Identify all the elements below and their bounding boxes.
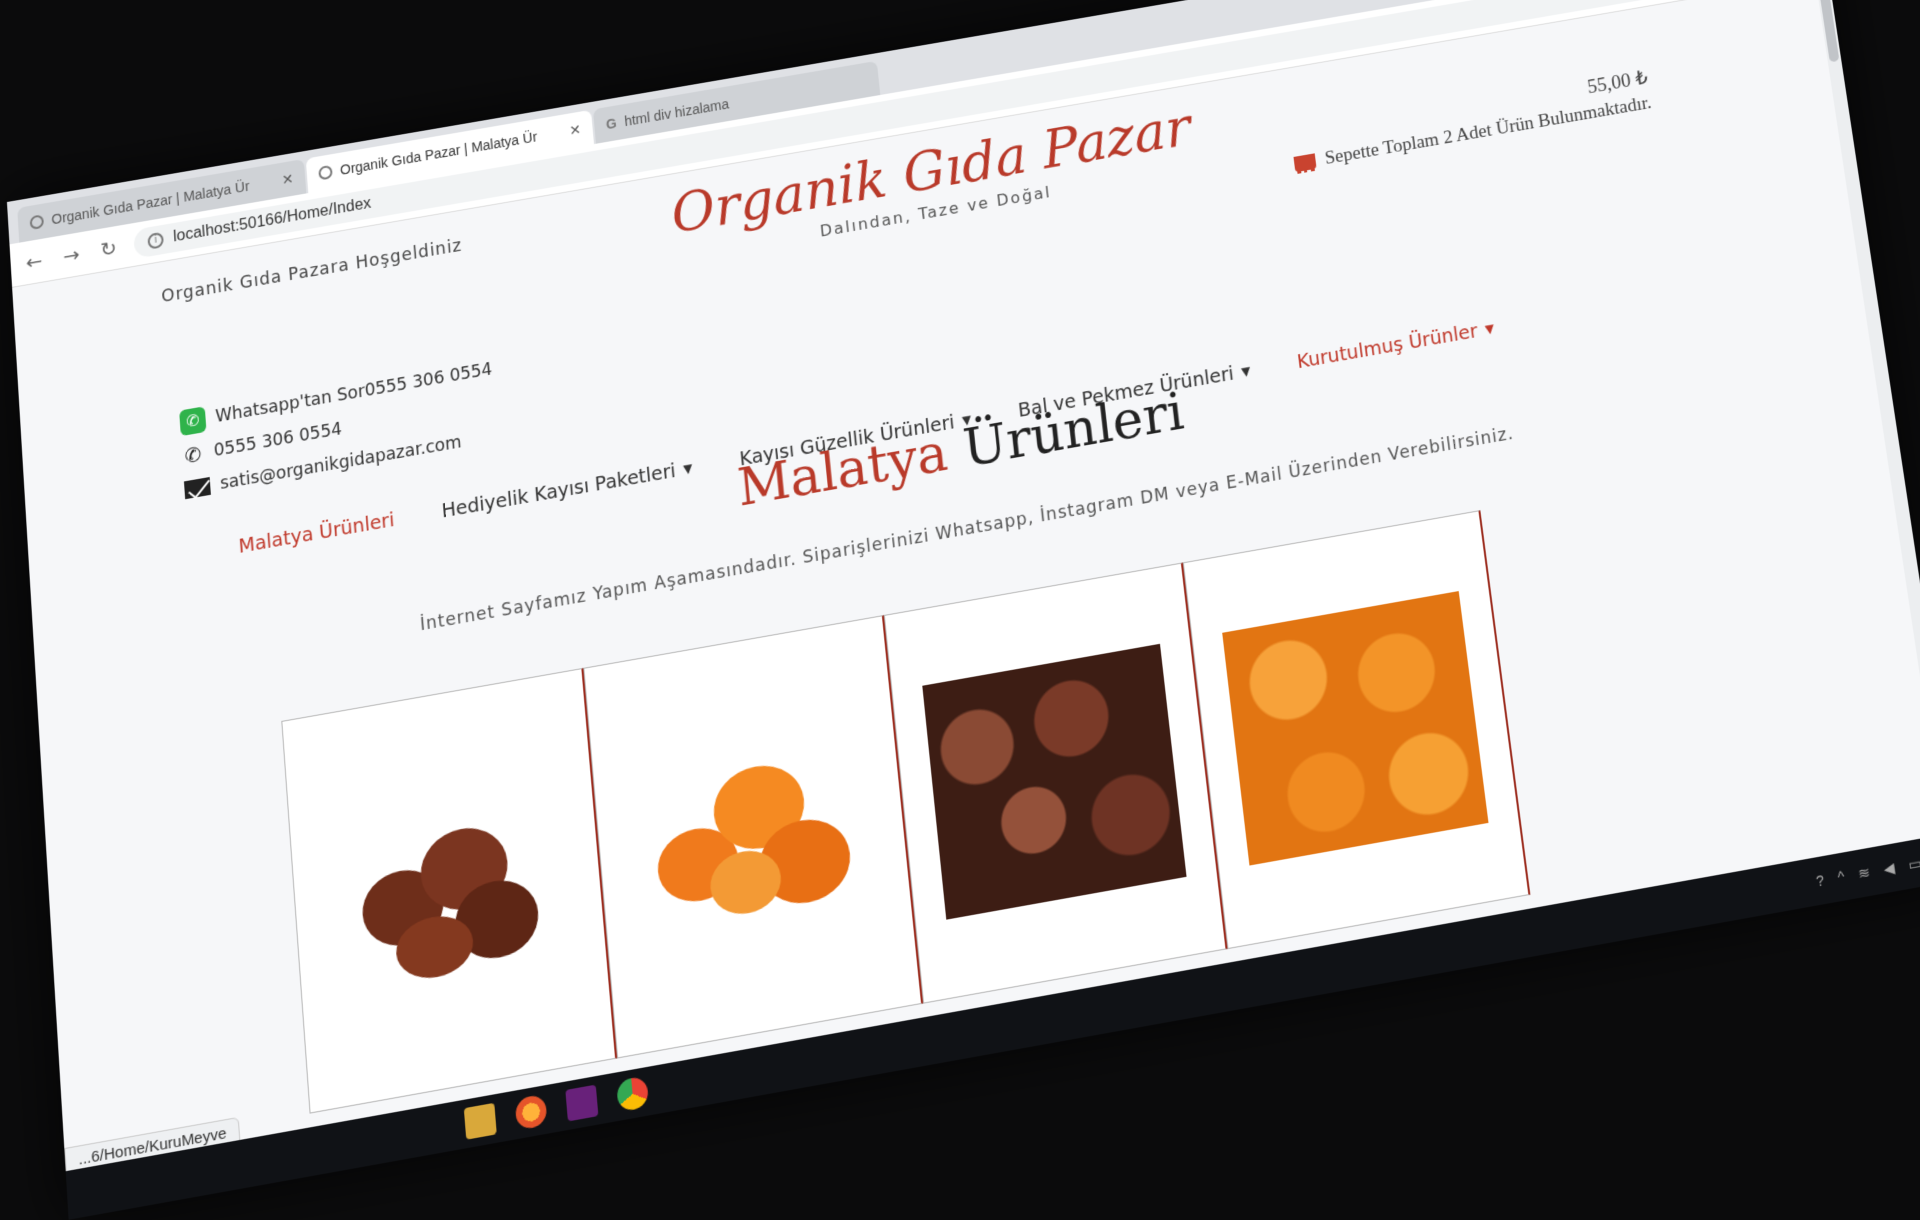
globe-icon bbox=[318, 164, 333, 181]
page-scrollbar[interactable] bbox=[1815, 0, 1920, 840]
globe-icon bbox=[29, 214, 45, 231]
whatsapp-icon: ✆ bbox=[179, 406, 207, 437]
product-card[interactable] bbox=[883, 562, 1228, 1004]
system-tray: ? ^ ≋ ◀ ▭ bbox=[1815, 854, 1920, 890]
dried-orange-apricots-image bbox=[639, 730, 865, 941]
chrome-icon[interactable] bbox=[616, 1075, 650, 1113]
product-card[interactable] bbox=[1182, 510, 1531, 950]
wifi-icon[interactable]: ≋ bbox=[1857, 863, 1871, 882]
phone-icon: ✆ bbox=[184, 441, 203, 469]
chevron-up-icon[interactable]: ^ bbox=[1836, 868, 1845, 887]
google-icon: G bbox=[605, 115, 618, 133]
back-arrow-icon[interactable]: ← bbox=[22, 248, 47, 275]
laptop-screen: Organik Gıda Pazar | Malatya Ür ✕ Organi… bbox=[6, 0, 1920, 1220]
info-icon[interactable]: i bbox=[147, 231, 164, 250]
orange-apricots-flat-image bbox=[1222, 591, 1489, 866]
product-card[interactable] bbox=[281, 667, 618, 1114]
reload-icon[interactable]: ↻ bbox=[96, 235, 121, 262]
dried-brown-apricots-image bbox=[335, 783, 560, 995]
firefox-icon[interactable] bbox=[514, 1093, 548, 1131]
battery-icon[interactable]: ▭ bbox=[1907, 854, 1920, 874]
forward-arrow-icon[interactable]: → bbox=[59, 242, 84, 269]
close-icon[interactable]: ✕ bbox=[569, 121, 582, 139]
visual-studio-icon[interactable] bbox=[565, 1084, 599, 1122]
envelope-icon bbox=[183, 476, 211, 500]
contact-info: ✆ Whatsapp'tan Sor0555 306 0554 ✆ 0555 3… bbox=[179, 353, 499, 507]
product-card[interactable] bbox=[583, 614, 924, 1059]
close-icon[interactable]: ✕ bbox=[281, 170, 294, 188]
help-icon[interactable]: ? bbox=[1815, 871, 1825, 890]
cart-icon bbox=[1293, 153, 1317, 173]
sun-dried-apricots-pile-image bbox=[922, 643, 1187, 920]
file-explorer-icon[interactable] bbox=[463, 1102, 497, 1140]
volume-icon[interactable]: ◀ bbox=[1882, 859, 1895, 878]
